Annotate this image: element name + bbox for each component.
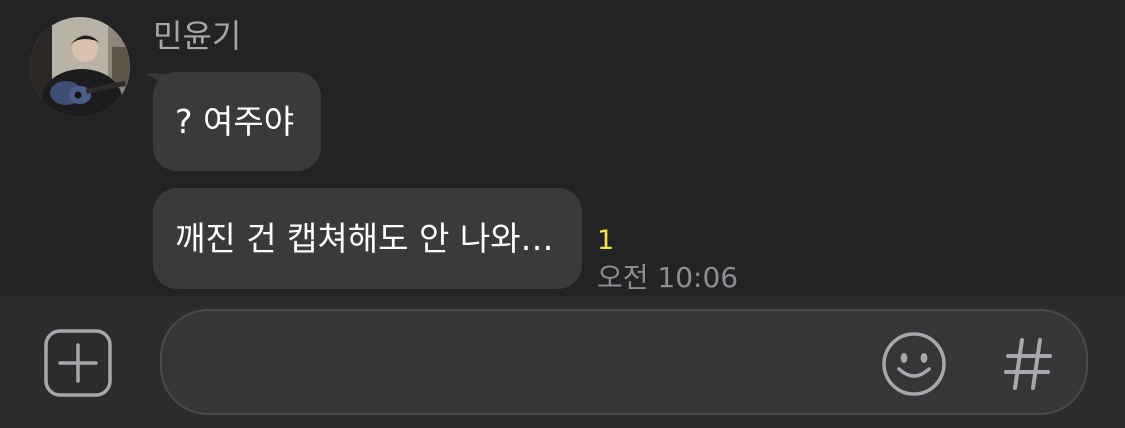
plus-square-icon xyxy=(44,329,112,397)
message-input[interactable] xyxy=(160,309,1088,415)
avatar-photo xyxy=(30,17,130,117)
sender-avatar[interactable] xyxy=(30,17,130,117)
emoji-button[interactable] xyxy=(881,331,947,397)
unread-count: 1 xyxy=(597,225,615,256)
smiley-icon xyxy=(882,332,946,396)
message-bubble[interactable]: 깨진 건 캡쳐해도 안 나와… xyxy=(153,188,582,289)
hashtag-button[interactable] xyxy=(998,334,1058,394)
message-bubble[interactable]: ? 여주야 xyxy=(153,72,321,171)
add-attachment-button[interactable] xyxy=(44,329,112,397)
chat-message-area: 민윤기 ? 여주야 깨진 건 캡쳐해도 안 나와… 1 오전 10:06 xyxy=(0,0,1125,296)
message-timestamp: 오전 10:06 xyxy=(597,261,739,294)
message-text: 깨진 건 캡쳐해도 안 나와… xyxy=(175,219,554,258)
hashtag-icon xyxy=(1004,338,1052,390)
message-text: ? 여주야 xyxy=(175,102,295,141)
sender-name: 민윤기 xyxy=(153,17,242,55)
